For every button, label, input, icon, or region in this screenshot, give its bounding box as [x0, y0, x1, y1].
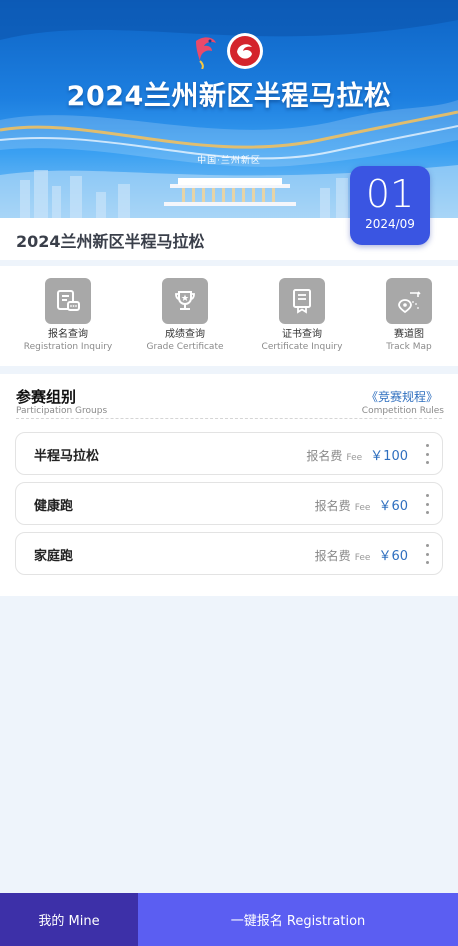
phoenix-logo-icon [196, 37, 216, 69]
one-click-registration-button[interactable]: 一键报名 Registration [138, 893, 458, 946]
date-day: 01 [365, 172, 415, 216]
feature-certificate-inquiry[interactable]: 证书查询 Certificate Inquiry [247, 278, 357, 353]
feature-label: 赛道图 [394, 329, 424, 340]
landmark-building-icon [164, 178, 296, 206]
feature-label-en: Certificate Inquiry [261, 342, 343, 352]
group-item-family-run[interactable]: 家庭跑 报名费 Fee ￥60 [15, 532, 443, 575]
competition-rules-sub: Competition Rules [361, 406, 444, 416]
certificate-icon [279, 278, 325, 324]
more-options-icon[interactable] [424, 494, 430, 514]
bottom-nav: 我的 Mine 一键报名 Registration [0, 893, 458, 946]
section-title: 参赛组别 [16, 388, 77, 406]
group-fee: 报名费 Fee ￥60 [315, 495, 408, 514]
feature-track-map[interactable]: 赛道图 Track Map [364, 278, 454, 353]
fee-price: ￥60 [378, 499, 408, 514]
competition-rules-link[interactable]: 《竞赛规程》 [366, 388, 438, 405]
feature-label-en: Grade Certificate [146, 342, 224, 352]
group-name: 家庭跑 [34, 549, 74, 564]
feature-registration-inquiry[interactable]: 报名查询 Registration Inquiry [13, 278, 123, 353]
fee-label-en: Fee [354, 503, 371, 513]
mine-button[interactable]: 我的 Mine [0, 893, 138, 946]
fee-label: 报名费 [314, 499, 351, 513]
feature-label-en: Track Map [386, 342, 432, 352]
more-options-icon[interactable] [424, 444, 430, 464]
group-fee: 报名费 Fee ￥100 [306, 445, 408, 464]
event-logos [190, 30, 264, 72]
registration-message-icon [45, 278, 91, 324]
banner-subtitle: 中国·兰州新区 [197, 156, 261, 166]
group-item-half-marathon[interactable]: 半程马拉松 报名费 Fee ￥100 [15, 432, 443, 475]
fee-label-en: Fee [346, 453, 363, 463]
fee-label: 报名费 [306, 449, 343, 463]
participation-groups-section: 参赛组别 Participation Groups 《竞赛规程》 Competi… [0, 374, 458, 596]
group-name: 半程马拉松 [34, 449, 100, 464]
fee-price: ￥60 [378, 549, 408, 564]
group-name: 健康跑 [34, 499, 74, 514]
feature-shortcuts: 报名查询 Registration Inquiry 成绩查询 Grade Cer… [0, 266, 458, 366]
trophy-icon [162, 278, 208, 324]
marathon-badge-icon [227, 33, 263, 69]
feature-label: 报名查询 [48, 329, 88, 340]
event-name: 2024兰州新区半程马拉松 [16, 232, 205, 251]
group-fee: 报名费 Fee ￥60 [315, 545, 408, 564]
section-divider [16, 418, 442, 419]
feature-grade-certificate[interactable]: 成绩查询 Grade Certificate [130, 278, 240, 353]
page: 2024兰州新区半程马拉松 中国·兰州新区 01 2024/09 2024兰州新… [0, 0, 458, 946]
feature-label-en: Registration Inquiry [23, 342, 113, 352]
map-pin-icon [386, 278, 432, 324]
fee-label-en: Fee [354, 553, 371, 563]
group-item-health-run[interactable]: 健康跑 报名费 Fee ￥60 [15, 482, 443, 525]
banner-title: 2024兰州新区半程马拉松 [66, 81, 392, 112]
fee-label: 报名费 [314, 549, 351, 563]
feature-label: 证书查询 [282, 329, 322, 340]
date-year-month: 2024/09 [365, 217, 415, 231]
more-options-icon[interactable] [424, 544, 430, 564]
feature-label: 成绩查询 [165, 329, 205, 340]
section-subtitle: Participation Groups [16, 406, 108, 416]
event-date-badge: 01 2024/09 [350, 166, 430, 245]
fee-price: ￥100 [370, 449, 408, 464]
